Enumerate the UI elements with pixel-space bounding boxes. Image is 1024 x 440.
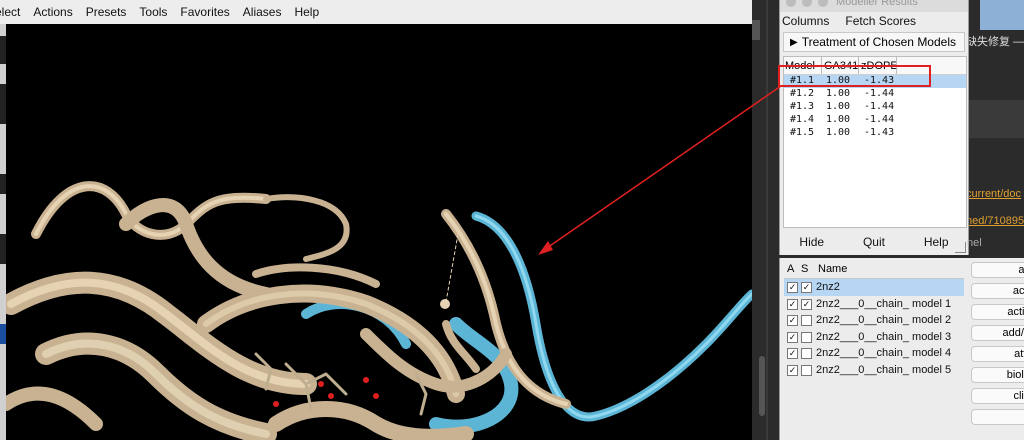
terminal-link-1[interactable]: current/doc [966, 188, 1021, 200]
model-panel: A S Name ✓ ✓ 2nz2 ✓ ✓ 2nz2___0__chain_ m… [779, 258, 968, 440]
highlight-box [778, 65, 931, 87]
menu-tools[interactable]: Tools [139, 5, 167, 19]
menu-aliases[interactable]: Aliases [243, 5, 282, 19]
molecule-viewport[interactable] [6, 24, 752, 440]
menu-presets[interactable]: Presets [86, 5, 127, 19]
window-title: Modeller Results [836, 0, 918, 8]
shown-checkbox[interactable] [801, 315, 812, 326]
help-button[interactable]: Help [916, 234, 957, 252]
list-item[interactable]: ✓ 2nz2___0__chain_ model 3 [784, 329, 964, 346]
zoom-button[interactable] [818, 0, 828, 7]
active-checkbox[interactable]: ✓ [787, 364, 798, 376]
menu-select[interactable]: elect [0, 5, 20, 19]
table-row[interactable]: #1.3 1.00 -1.44 [784, 101, 966, 114]
shown-checkbox[interactable] [801, 331, 812, 343]
table-row[interactable]: #1.5 1.00 -1.43 [784, 127, 966, 140]
hide-button[interactable]: Hide [791, 234, 832, 252]
close-button[interactable] [786, 0, 796, 7]
col-name[interactable]: Name [818, 263, 847, 275]
active-checkbox[interactable]: ✓ [787, 298, 798, 310]
modeller-button-row: Hide Quit Help [780, 234, 968, 252]
quit-button[interactable]: Quit [855, 234, 893, 252]
close-model-button[interactable]: c [971, 409, 1024, 425]
add-edit-button[interactable]: add/e [971, 325, 1024, 341]
shown-checkbox[interactable] [801, 348, 812, 359]
model-list-header: A S Name [784, 260, 964, 279]
terminal-link-2[interactable]: hed/710895 [966, 215, 1024, 227]
app-menubar: elect Actions Presets Tools Favorites Al… [0, 0, 752, 25]
shown-checkbox[interactable]: ✓ [801, 282, 812, 293]
table-row[interactable]: #1.4 1.00 -1.44 [784, 114, 966, 127]
terminal-cjk-tab[interactable]: 缺失修复 — [966, 33, 1024, 49]
viewport-scrollbar[interactable] [759, 356, 765, 416]
attributes-button[interactable]: attr [971, 346, 1024, 362]
treatment-disclosure[interactable]: ▶ Treatment of Chosen Models [783, 32, 965, 52]
window-titlebar: Modeller Results [780, 0, 968, 12]
activate-only-button[interactable]: ac [971, 262, 1024, 278]
shown-checkbox[interactable] [801, 364, 812, 376]
list-item[interactable]: ✓ ✓ 2nz2 [784, 279, 964, 296]
list-item[interactable]: ✓ 2nz2___0__chain_ model 5 [784, 362, 964, 379]
table-row[interactable]: #1.2 1.00 -1.44 [784, 88, 966, 101]
resize-grip-icon[interactable] [955, 242, 966, 253]
disclosure-triangle-icon[interactable]: ▶ [790, 37, 798, 48]
minimize-button[interactable] [802, 0, 812, 7]
list-item[interactable]: ✓ 2nz2___0__chain_ model 2 [784, 312, 964, 329]
protein-ribbon-render [6, 181, 752, 440]
col-shown[interactable]: S [801, 263, 808, 275]
menu-help[interactable]: Help [294, 5, 319, 19]
menu-favorites[interactable]: Favorites [180, 5, 229, 19]
list-item[interactable]: ✓ ✓ 2nz2___0__chain_ model 1 [784, 296, 964, 313]
activate-all-button[interactable]: acti [971, 283, 1024, 299]
menu-columns[interactable]: Columns [782, 14, 829, 28]
panel-title-fragment: nel [967, 237, 982, 249]
col-active[interactable]: A [787, 263, 794, 275]
active-checkbox[interactable]: ✓ [787, 282, 798, 293]
activate-button[interactable]: activ [971, 304, 1024, 320]
list-item[interactable]: ✓ 2nz2___0__chain_ model 4 [784, 345, 964, 362]
modeller-results-window: Modeller Results Columns Fetch Scores ▶ … [778, 0, 969, 255]
shown-checkbox[interactable]: ✓ [801, 298, 812, 310]
menu-actions[interactable]: Actions [33, 5, 72, 19]
model-list: ✓ ✓ 2nz2 ✓ ✓ 2nz2___0__chain_ model 1 ✓ … [784, 279, 964, 378]
biological-button[interactable]: biolo [971, 367, 1024, 383]
modeller-menu: Columns Fetch Scores [780, 12, 968, 30]
treatment-label: Treatment of Chosen Models [801, 35, 956, 49]
active-checkbox[interactable]: ✓ [787, 315, 798, 326]
model-command-panel: ac acti activ add/e attr biolo clip c [967, 258, 1024, 440]
active-checkbox[interactable]: ✓ [787, 331, 798, 343]
active-checkbox[interactable]: ✓ [787, 348, 798, 359]
clip-button[interactable]: clip [971, 388, 1024, 404]
menu-fetch-scores[interactable]: Fetch Scores [845, 14, 916, 28]
